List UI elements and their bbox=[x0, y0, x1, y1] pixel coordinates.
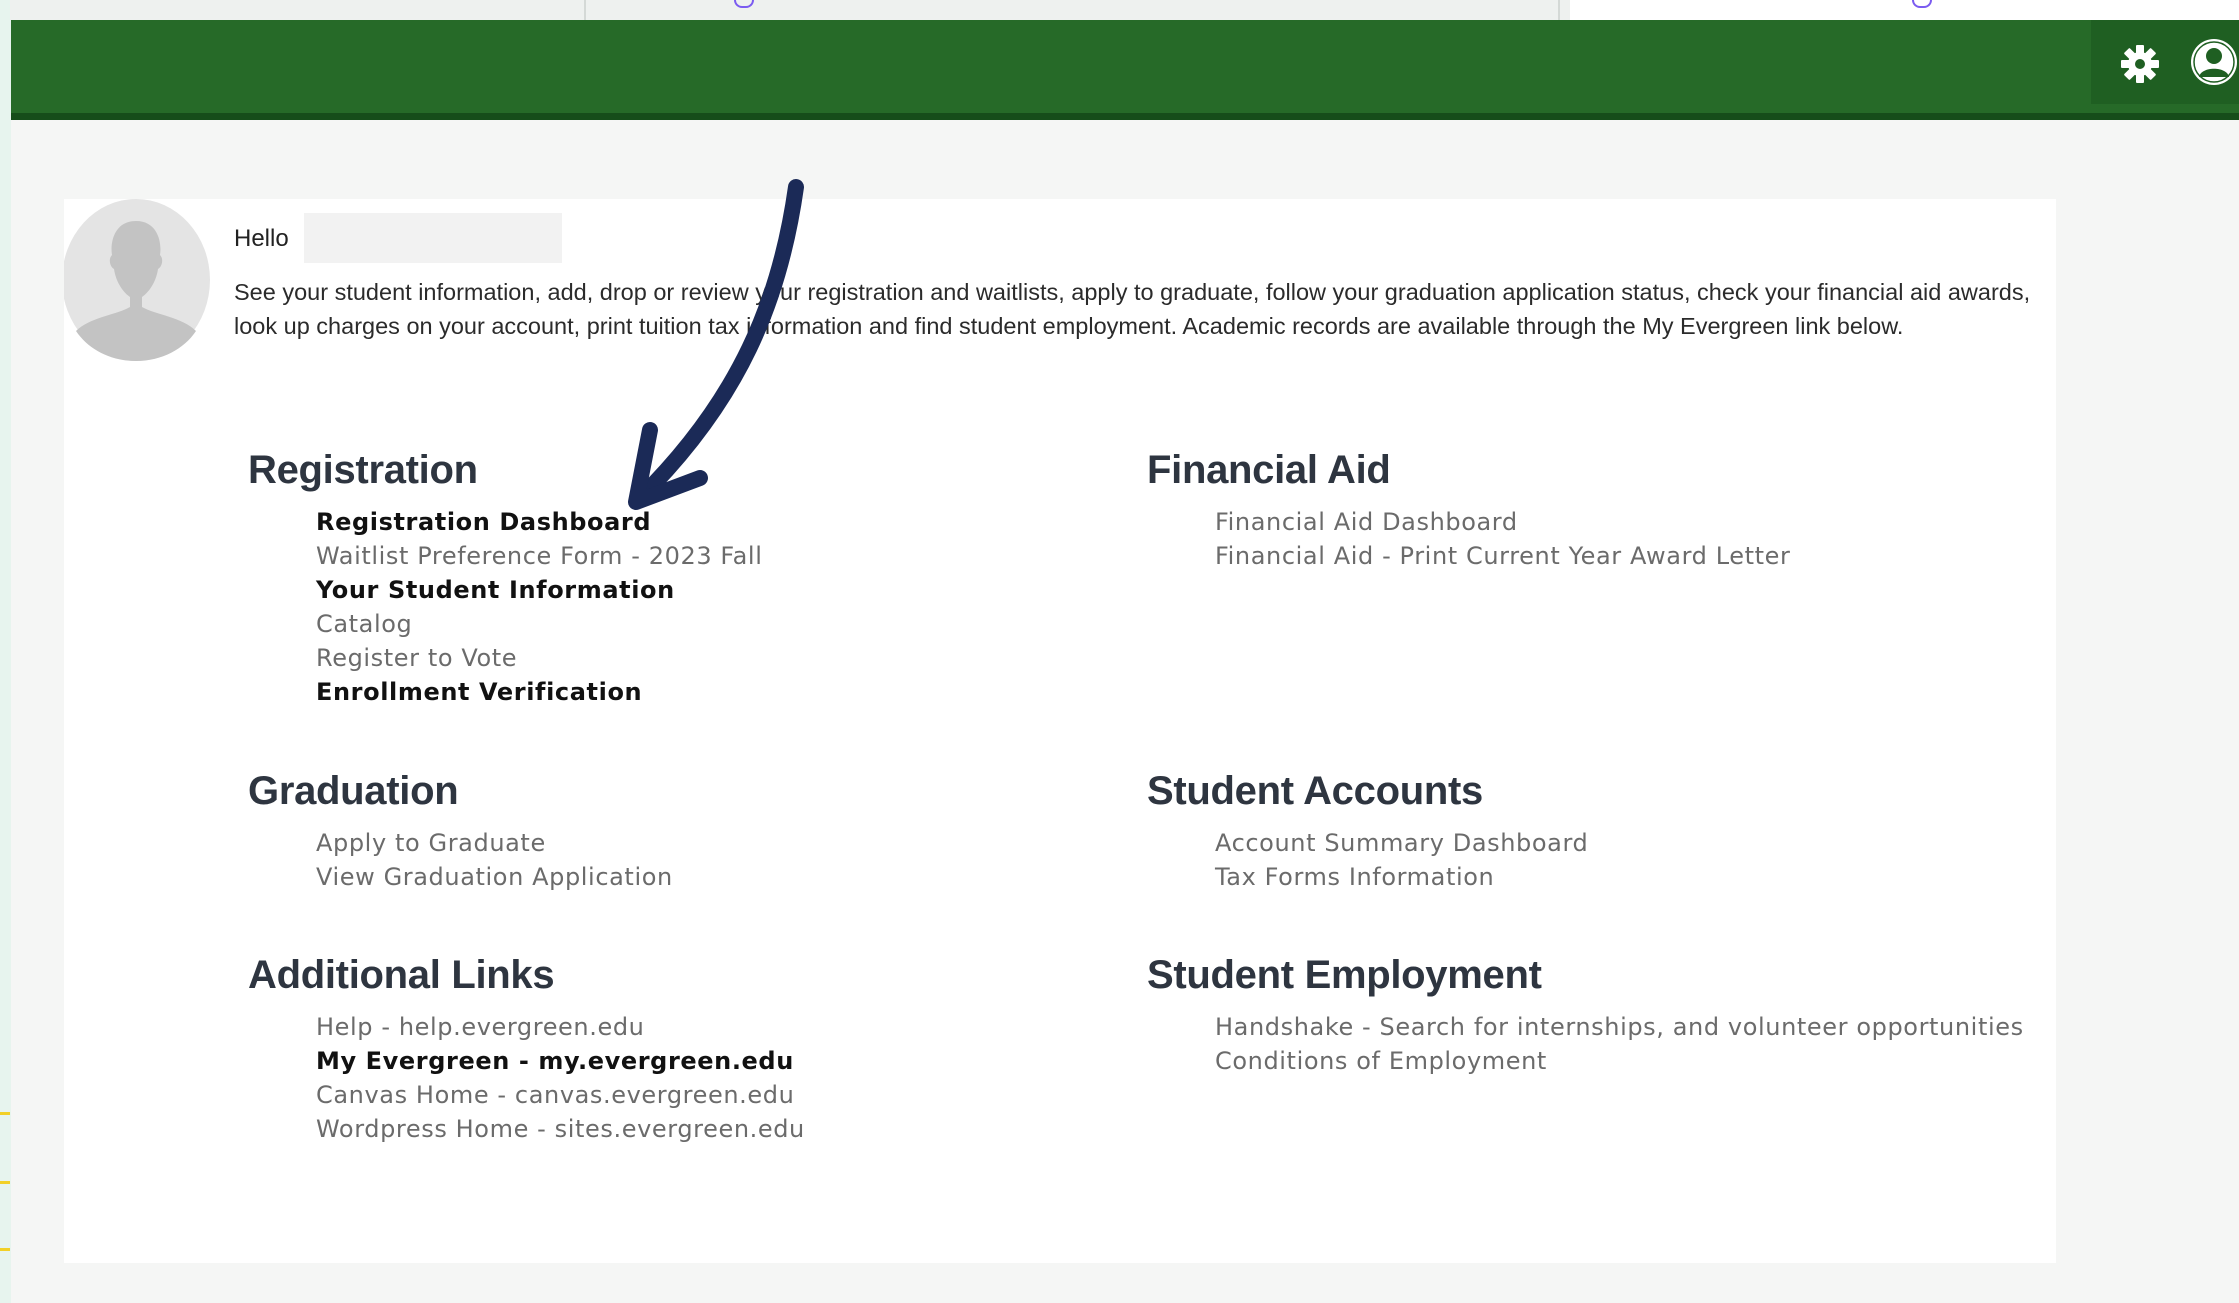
browser-tab-strip bbox=[10, 0, 2239, 20]
link-conditions-of-employment[interactable]: Conditions of Employment bbox=[1215, 1044, 2024, 1078]
link-catalog[interactable]: Catalog bbox=[316, 607, 762, 641]
yellow-edge-mark bbox=[0, 1112, 10, 1115]
tab-divider bbox=[1558, 0, 1560, 20]
student-employment-heading: Student Employment bbox=[1147, 953, 1542, 997]
redacted-name bbox=[304, 213, 562, 263]
link-waitlist-preference-form[interactable]: Waitlist Preference Form - 2023 Fall bbox=[316, 539, 762, 573]
yellow-edge-mark bbox=[0, 1181, 10, 1184]
intro-text: See your student information, add, drop … bbox=[234, 279, 2031, 339]
financial-aid-links: Financial Aid Dashboard Financial Aid - … bbox=[1215, 505, 1790, 573]
registration-section: Registration Registration Dashboard Wait… bbox=[248, 448, 762, 709]
link-your-student-information[interactable]: Your Student Information bbox=[316, 573, 762, 607]
graduation-section: Graduation Apply to Graduate View Gradua… bbox=[248, 769, 673, 894]
link-financial-aid-dashboard[interactable]: Financial Aid Dashboard bbox=[1215, 505, 1790, 539]
gear-icon bbox=[2121, 45, 2159, 83]
link-account-summary-dashboard[interactable]: Account Summary Dashboard bbox=[1215, 826, 1588, 860]
link-registration-dashboard[interactable]: Registration Dashboard bbox=[316, 505, 762, 539]
link-register-to-vote[interactable]: Register to Vote bbox=[316, 641, 762, 675]
student-employment-section: Student Employment Handshake - Search fo… bbox=[1147, 953, 2024, 1078]
additional-links-heading: Additional Links bbox=[248, 953, 555, 997]
student-accounts-heading: Student Accounts bbox=[1147, 769, 1483, 813]
graduation-heading: Graduation bbox=[248, 769, 459, 813]
header-underline bbox=[11, 113, 2239, 120]
link-handshake[interactable]: Handshake - Search for internships, and … bbox=[1215, 1010, 2024, 1044]
graduation-links: Apply to Graduate View Graduation Applic… bbox=[316, 826, 673, 894]
link-wordpress-home[interactable]: Wordpress Home - sites.evergreen.edu bbox=[316, 1112, 805, 1146]
user-icon bbox=[2191, 39, 2237, 85]
link-help[interactable]: Help - help.evergreen.edu bbox=[316, 1010, 805, 1044]
student-accounts-links: Account Summary Dashboard Tax Forms Info… bbox=[1215, 826, 1588, 894]
additional-links-list: Help - help.evergreen.edu My Evergreen -… bbox=[316, 1010, 805, 1146]
link-tax-forms-information[interactable]: Tax Forms Information bbox=[1215, 860, 1588, 894]
link-apply-to-graduate[interactable]: Apply to Graduate bbox=[316, 826, 673, 860]
link-award-letter[interactable]: Financial Aid - Print Current Year Award… bbox=[1215, 539, 1790, 573]
tab-indicator bbox=[734, 0, 754, 8]
registration-heading: Registration bbox=[248, 448, 478, 492]
header-actions bbox=[2091, 20, 2239, 104]
student-accounts-section: Student Accounts Account Summary Dashboa… bbox=[1147, 769, 1588, 894]
yellow-edge-mark bbox=[0, 1248, 10, 1251]
tab-divider bbox=[584, 0, 586, 20]
financial-aid-heading: Financial Aid bbox=[1147, 448, 1391, 492]
link-canvas-home[interactable]: Canvas Home - canvas.evergreen.edu bbox=[316, 1078, 805, 1112]
account-button[interactable] bbox=[2190, 38, 2238, 86]
registration-links: Registration Dashboard Waitlist Preferen… bbox=[316, 505, 762, 709]
settings-button[interactable] bbox=[2120, 44, 2160, 84]
student-profile-card: Hello See your student information, add,… bbox=[62, 199, 2056, 1263]
link-view-graduation-application[interactable]: View Graduation Application bbox=[316, 860, 673, 894]
active-browser-tab[interactable] bbox=[1570, 0, 2239, 20]
greeting: Hello bbox=[234, 225, 289, 252]
link-my-evergreen[interactable]: My Evergreen - my.evergreen.edu bbox=[316, 1044, 805, 1078]
profile-photo bbox=[62, 199, 210, 361]
link-enrollment-verification[interactable]: Enrollment Verification bbox=[316, 675, 762, 709]
top-header-bar bbox=[11, 20, 2239, 113]
default-avatar-icon bbox=[62, 199, 210, 361]
student-employment-links: Handshake - Search for internships, and … bbox=[1215, 1010, 2024, 1078]
financial-aid-section: Financial Aid Financial Aid Dashboard Fi… bbox=[1147, 448, 1790, 573]
additional-links-section: Additional Links Help - help.evergreen.e… bbox=[248, 953, 805, 1146]
